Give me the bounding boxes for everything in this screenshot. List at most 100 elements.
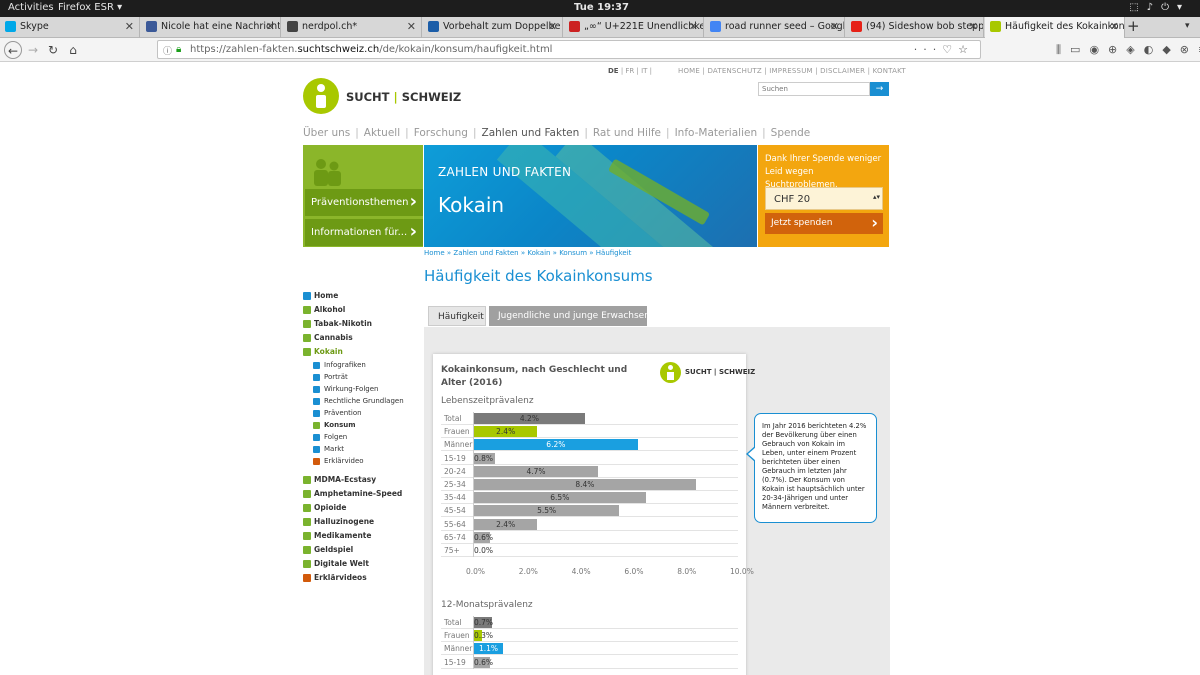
- sidebar-item[interactable]: Kokain: [303, 347, 343, 356]
- arrow-icon: [303, 334, 311, 342]
- donation-amount: CHF 20: [774, 194, 811, 205]
- app-name: Firefox ESR: [58, 2, 114, 13]
- arrow-icon: [303, 518, 311, 526]
- sidebar-item[interactable]: MDMA-Ecstasy: [303, 475, 376, 484]
- lang-it[interactable]: IT: [641, 67, 647, 75]
- sidebar-item[interactable]: Konsum: [313, 421, 356, 429]
- tab-label: road runner seed – Googl: [725, 21, 845, 32]
- sidebar-item[interactable]: Folgen: [313, 433, 347, 441]
- main-nav-item[interactable]: Zahlen und Fakten: [482, 127, 580, 139]
- sidebar-item[interactable]: Wirkung-Folgen: [313, 385, 378, 393]
- close-tab-icon[interactable]: ✕: [689, 20, 698, 33]
- favicon-icon: [851, 21, 862, 32]
- bar-value-label: 6.2%: [546, 440, 566, 450]
- close-tab-icon[interactable]: ✕: [125, 20, 134, 33]
- tab-youth[interactable]: Jugendliche und junge Erwachsene: [489, 306, 655, 326]
- search-button[interactable]: →: [870, 82, 889, 96]
- close-tab-icon[interactable]: ✕: [969, 20, 978, 33]
- x-tick-label: 10.0%: [730, 567, 754, 577]
- logo-text: SUCHT | SCHWEIZ: [346, 90, 462, 104]
- sidebar-item[interactable]: Home: [303, 291, 338, 300]
- browser-tab[interactable]: Skype ✕: [0, 17, 140, 38]
- close-tab-icon[interactable]: ✕: [266, 20, 275, 33]
- sidebar-item[interactable]: Porträt: [313, 373, 348, 381]
- main-nav-item[interactable]: Rat und Hilfe: [593, 127, 661, 139]
- sidebar-item[interactable]: Infografiken: [313, 361, 366, 369]
- donate-button[interactable]: Jetzt spenden: [765, 213, 883, 234]
- search-input[interactable]: Suchen: [758, 82, 870, 96]
- browser-tab[interactable]: Häufigkeit des Kokainkon ✕: [985, 17, 1125, 38]
- browser-tab[interactable]: nerdpol.ch* ✕: [282, 17, 422, 38]
- breadcrumb[interactable]: Home » Zahlen und Fakten » Kokain » Kons…: [424, 249, 631, 257]
- new-tab-button[interactable]: +: [1127, 17, 1140, 35]
- sidebar-item-label: Kokain: [314, 347, 343, 356]
- main-nav-item[interactable]: Aktuell: [364, 127, 400, 139]
- sidebar-item[interactable]: Rechtliche Grundlagen: [313, 397, 404, 405]
- tab-label: Häufigkeit des Kokainkon: [1005, 21, 1125, 32]
- sidebar-item-label: Konsum: [324, 421, 356, 429]
- home-button[interactable]: ⌂: [64, 41, 82, 59]
- browser-tab[interactable]: Nicole hat eine Nachricht ✕: [141, 17, 281, 38]
- prevention-topics-button[interactable]: Präventionsthemen: [305, 189, 423, 216]
- sidebar-item[interactable]: Geldspiel: [303, 545, 353, 554]
- sidebar-item[interactable]: Markt: [313, 445, 344, 453]
- main-nav-item[interactable]: Über uns: [303, 127, 350, 139]
- close-tab-icon[interactable]: ✕: [407, 20, 416, 33]
- sidebar-item[interactable]: Tabak-Nikotin: [303, 319, 372, 328]
- sidebar-item[interactable]: Prävention: [313, 409, 362, 417]
- toolbar-icons[interactable]: ⫼▭◉⊕◈◐◆⊗≡: [1056, 43, 1200, 57]
- sidebar-item-label: Opioide: [314, 503, 347, 512]
- category-label: 15-19: [444, 657, 466, 667]
- sidebar-item[interactable]: Opioide: [303, 503, 347, 512]
- reload-button[interactable]: ↻: [44, 41, 62, 59]
- close-tab-icon[interactable]: ✕: [830, 20, 839, 33]
- sidebar-item-label: Erklärvideos: [314, 573, 367, 582]
- language-switch[interactable]: DE | FR | IT |: [608, 67, 652, 75]
- lang-de[interactable]: DE: [608, 67, 619, 75]
- favicon-icon: [710, 21, 721, 32]
- sidebar-item[interactable]: Erklärvideo: [313, 457, 364, 465]
- close-tab-icon[interactable]: ✕: [548, 20, 557, 33]
- tab-label: „∞“ U+221E Unendlichke: [584, 21, 704, 32]
- main-nav-item[interactable]: Info-Materialien: [675, 127, 758, 139]
- sidebar-item-label: Tabak-Nikotin: [314, 319, 373, 328]
- main-navigation: Über uns | Aktuell | Forschung | Zahlen und Fa…: [303, 127, 810, 139]
- chart-title: Kokainkonsum, nach Geschlecht und Alter …: [441, 365, 628, 388]
- favicon-icon: [569, 21, 580, 32]
- system-tray-icons[interactable]: ⬚♪⏻▾: [1129, 2, 1190, 13]
- main-nav-item[interactable]: Spende: [771, 127, 811, 139]
- sidebar-item[interactable]: Cannabis: [303, 333, 353, 342]
- sidebar-item[interactable]: Digitale Welt: [303, 559, 369, 568]
- main-nav-item[interactable]: Forschung: [414, 127, 468, 139]
- app-menu[interactable]: Firefox ESR ▾: [58, 2, 122, 13]
- donation-amount-select[interactable]: CHF 20 ▴▾: [765, 187, 883, 210]
- forward-button[interactable]: →: [24, 41, 42, 59]
- nav-separator: |: [355, 127, 359, 139]
- tab-list-icon[interactable]: ▾: [1185, 21, 1190, 31]
- browser-tab[interactable]: road runner seed – Googl ✕: [705, 17, 845, 38]
- page-actions-icons[interactable]: ···♡☆: [914, 43, 974, 56]
- chart-row: Männer 6.2%: [441, 438, 738, 452]
- bar-value-label: 4.2%: [519, 414, 539, 423]
- sidebar-item[interactable]: Erklärvideos: [303, 573, 367, 582]
- back-button[interactable]: ←: [4, 41, 22, 59]
- browser-tab[interactable]: „∞“ U+221E Unendlichke ✕: [564, 17, 704, 38]
- nav-separator: |: [405, 127, 409, 139]
- sidebar-item[interactable]: Medikamente: [303, 531, 371, 540]
- browser-tab[interactable]: (94) Sideshow bob steppi ✕: [846, 17, 984, 38]
- chart-row: Total 0.7%: [441, 616, 738, 629]
- sidebar-item[interactable]: Amphetamine-Speed: [303, 489, 402, 498]
- sidebar-item[interactable]: Halluzinogene: [303, 517, 374, 526]
- url-bar[interactable]: ⓘ 🔒︎ https://zahlen-fakten.suchtschweiz.…: [157, 40, 981, 59]
- clock[interactable]: Tue 19:37: [574, 2, 629, 13]
- utility-links[interactable]: HOME | DATENSCHUTZ | IMPRESSUM | DISCLAI…: [678, 67, 906, 75]
- category-label: Frauen: [444, 427, 470, 437]
- browser-tab[interactable]: Vorbehalt zum Doppelbe ✕: [423, 17, 563, 38]
- sidebar-item[interactable]: Alkohol: [303, 305, 345, 314]
- close-tab-icon[interactable]: ✕: [1110, 20, 1119, 33]
- info-icon[interactable]: ⓘ: [163, 44, 172, 57]
- information-for-button[interactable]: Informationen für...: [305, 219, 423, 246]
- tab-frequency[interactable]: Häufigkeit: [428, 306, 486, 326]
- lang-fr[interactable]: FR: [625, 67, 634, 75]
- activities-button[interactable]: Activities: [8, 2, 54, 13]
